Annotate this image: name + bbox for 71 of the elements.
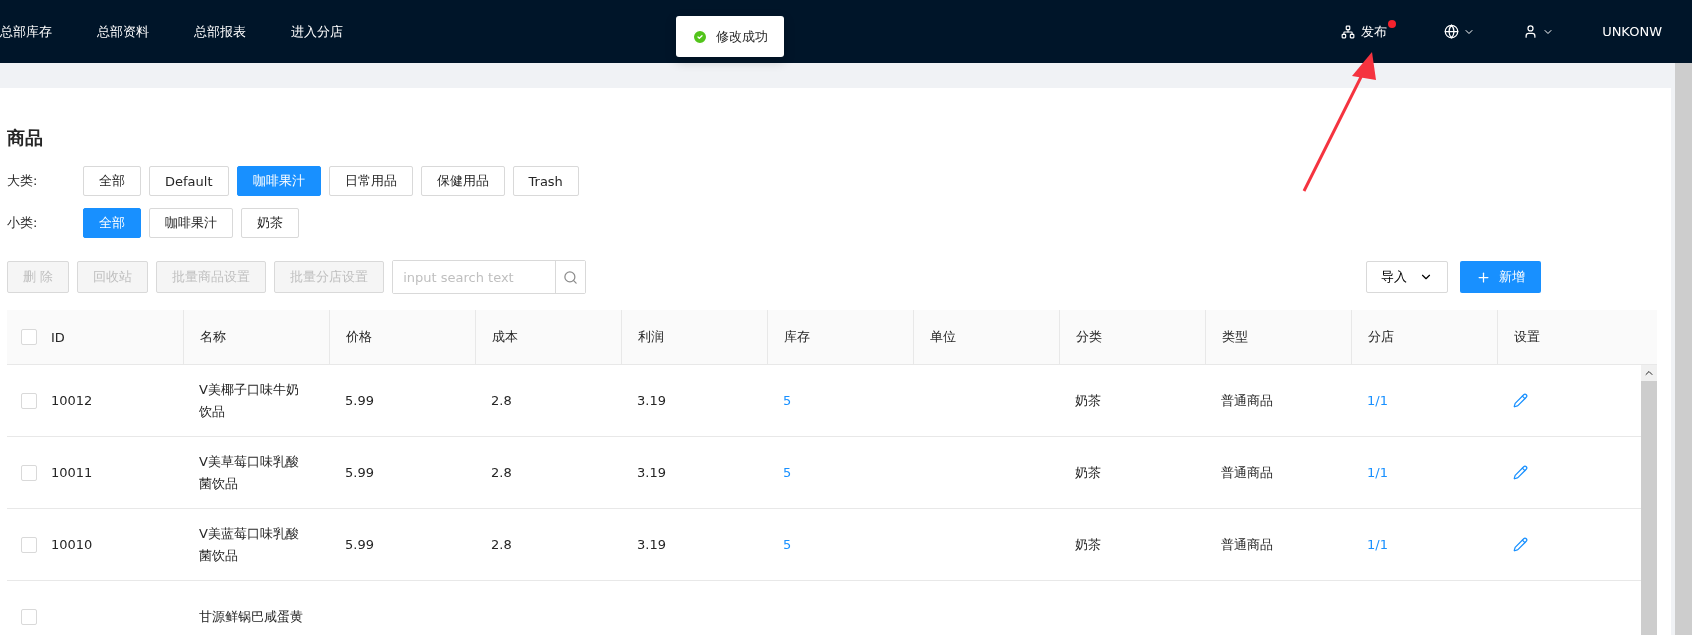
- nav-link[interactable]: 进入分店: [291, 22, 343, 41]
- table-cell: 10010: [51, 537, 93, 552]
- column-header: 单位: [930, 328, 956, 346]
- row-checkbox[interactable]: [21, 464, 37, 481]
- table-cell-text: 5.99: [344, 465, 374, 480]
- row-checkbox[interactable]: [21, 536, 37, 553]
- page-scrollbar[interactable]: [1675, 63, 1692, 635]
- user-icon: [1523, 24, 1539, 39]
- column-header: 库存: [784, 328, 810, 346]
- table-cell-text: 奶茶: [1074, 463, 1101, 482]
- product-name: V美蓝莓口味乳酸菌饮品: [199, 524, 300, 565]
- row-checkbox[interactable]: [21, 608, 37, 625]
- column-header: 分店: [1368, 328, 1394, 346]
- category-filter-button[interactable]: 保健用品: [420, 166, 505, 196]
- table-scrollbar[interactable]: [1641, 365, 1657, 635]
- table-cell-text: 普通商品: [1220, 535, 1273, 554]
- import-button[interactable]: 导入: [1366, 261, 1448, 293]
- category-filter-button[interactable]: 奶茶: [241, 208, 299, 238]
- column-header: 设置: [1514, 328, 1540, 346]
- table-cell-text: 3.19: [636, 393, 666, 408]
- toast-message: 修改成功: [716, 27, 768, 46]
- table-cell-text: 奶茶: [1074, 391, 1101, 410]
- sitemap-icon: [1341, 24, 1356, 39]
- table-cell-text: 普通商品: [1220, 463, 1273, 482]
- language-menu[interactable]: [1444, 24, 1476, 39]
- column-header: 类型: [1222, 328, 1248, 346]
- table-cell-text: 5.99: [344, 393, 374, 408]
- column-header: 名称: [200, 328, 226, 346]
- table-cell-text: 2.8: [490, 465, 512, 480]
- globe-icon: [1444, 24, 1460, 39]
- table-cell: 10012: [51, 393, 93, 408]
- user-menu[interactable]: [1523, 24, 1555, 39]
- category-filter-button[interactable]: 全部: [83, 166, 141, 196]
- table-cell-text: 奶茶: [1074, 535, 1101, 554]
- table-cell-text: 普通商品: [1220, 391, 1273, 410]
- table-cell-text: 3.19: [636, 537, 666, 552]
- filter-label: 大类:: [7, 172, 39, 190]
- page-title: 商品: [7, 126, 44, 150]
- table-cell: 10011: [51, 465, 93, 480]
- category-filter-button[interactable]: Default: [149, 166, 229, 196]
- search-icon: [563, 269, 579, 285]
- table-cell-text: 3.19: [636, 465, 666, 480]
- row-checkbox[interactable]: [21, 392, 37, 409]
- table-cell-text: 5.99: [344, 537, 374, 552]
- search-button[interactable]: [555, 261, 586, 293]
- column-header: 分类: [1076, 328, 1102, 346]
- user-name: UNKONW: [1602, 24, 1662, 39]
- column-header: 成本: [492, 328, 518, 346]
- edit-icon[interactable]: [1513, 465, 1528, 480]
- product-name: V美椰子口味牛奶饮品: [199, 380, 300, 421]
- success-check-icon: [692, 28, 708, 45]
- nav-link[interactable]: 总部报表: [194, 22, 246, 41]
- table-cell-text: 2.8: [490, 537, 512, 552]
- edit-icon[interactable]: [1513, 393, 1528, 408]
- column-header: 价格: [346, 328, 372, 346]
- search-field[interactable]: input search text: [392, 260, 587, 294]
- plus-icon: [1476, 269, 1491, 285]
- column-header: ID: [51, 329, 65, 345]
- nav-link[interactable]: 总部库存: [0, 22, 52, 41]
- select-all-checkbox[interactable]: [21, 329, 37, 345]
- publish-link[interactable]: 发布: [1341, 22, 1388, 41]
- product-name: V美草莓口味乳酸菌饮品: [199, 452, 300, 493]
- filter-label: 小类:: [7, 214, 39, 232]
- table-cell-text: 2.8: [490, 393, 512, 408]
- category-filter-button[interactable]: 日常用品: [328, 166, 413, 196]
- category-filter-button[interactable]: 咖啡果汁: [149, 208, 233, 238]
- column-header: 利润: [638, 328, 664, 346]
- edit-icon[interactable]: [1513, 537, 1528, 552]
- category-filter-button[interactable]: Trash: [512, 166, 579, 196]
- product-name: 甘源鲜锅巴咸蛋黄: [199, 607, 303, 626]
- nav-link[interactable]: 总部资料: [97, 22, 149, 41]
